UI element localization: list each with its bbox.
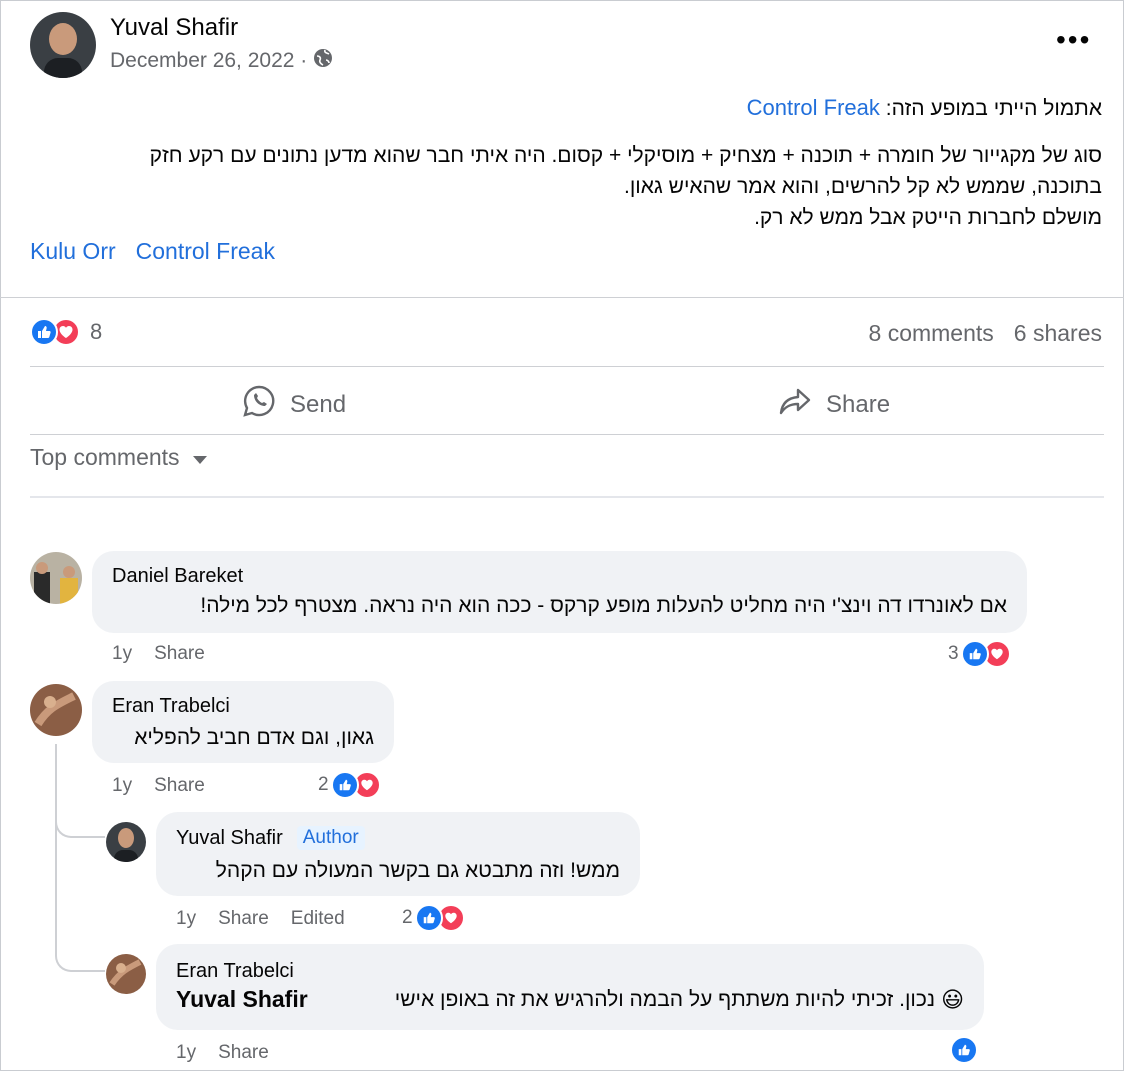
author-avatar[interactable] <box>30 12 96 78</box>
reply-time[interactable]: 1y <box>176 908 196 930</box>
grinning-emoji: 😃 <box>941 986 964 1012</box>
like-icon <box>414 904 443 932</box>
shares-count[interactable]: 6 shares <box>1014 320 1102 347</box>
reply-content: Yuval Shafir נכון. זכיתי להיות משתתף על … <box>176 986 964 1013</box>
post-line-1: אתמול הייתי במופע הזה: Control Freak <box>32 92 1102 124</box>
reply-reactions-count: 2 <box>402 907 413 928</box>
tags: Kulu Orr Control Freak <box>30 238 275 265</box>
more-options-icon[interactable]: ••• <box>1056 24 1091 56</box>
commenter-avatar[interactable] <box>30 684 82 736</box>
comment-reactions-count: 3 <box>948 643 959 664</box>
tag-kulu-orr[interactable]: Kulu Orr <box>30 238 116 265</box>
commenter-name[interactable]: Eran Trabelci <box>112 695 230 718</box>
like-icon <box>330 771 359 799</box>
reply-reactions[interactable]: 2 <box>402 904 465 932</box>
post-line-1-prefix: אתמול הייתי במופע הזה: <box>885 97 1102 120</box>
reply-bubble <box>156 812 640 896</box>
send-button[interactable]: Send <box>242 384 346 425</box>
comment-bubble <box>92 551 1027 633</box>
mention-tag[interactable]: Yuval Shafir <box>176 986 308 1013</box>
like-icon <box>30 318 58 346</box>
post-body: סוג של מקגייור של חומרה + תוכנה + מצחיק … <box>22 140 1102 233</box>
tag-control-freak[interactable]: Control Freak <box>136 238 275 265</box>
reply-text: ממש! וזה מתבטא גם בקשר המעולה עם הקהל <box>215 859 620 882</box>
post-date[interactable]: December 26, 2022 · <box>110 48 333 74</box>
comment-sort-dropdown[interactable]: Top comments <box>30 444 208 471</box>
share-button[interactable]: Share <box>778 384 890 425</box>
reply-reactions[interactable] <box>950 1036 978 1064</box>
control-freak-link[interactable]: Control Freak <box>747 95 880 120</box>
thread-branch <box>55 932 105 972</box>
comment-share-counts: 8 comments 6 shares <box>869 320 1102 347</box>
reply-header: Yuval Shafir Author <box>176 826 365 850</box>
reactions-summary[interactable]: 8 <box>30 318 102 346</box>
comment-reactions[interactable]: 2 <box>318 771 381 799</box>
comment-share-button[interactable]: Share <box>154 643 205 665</box>
comment-bubble <box>92 681 394 763</box>
commenter-avatar[interactable] <box>30 552 82 604</box>
reply-author-name[interactable]: Yuval Shafir <box>176 827 283 850</box>
reactions-count: 8 <box>90 319 103 344</box>
edited-label[interactable]: Edited <box>291 908 345 930</box>
globe-icon <box>313 48 333 74</box>
reply-text: נכון. זכיתי להיות משתתף על הבמה ולהרגיש … <box>394 987 936 1011</box>
thread-line <box>55 744 57 944</box>
comment-time[interactable]: 1y <box>112 643 132 665</box>
reply-meta: 1y Share Edited <box>176 908 345 930</box>
divider <box>30 366 1104 367</box>
comment-reactions-count: 2 <box>318 774 329 795</box>
share-label: Share <box>826 390 891 418</box>
author-badge: Author <box>296 826 365 850</box>
reply-author-name[interactable]: Eran Trabelci <box>176 960 294 983</box>
sort-label: Top comments <box>30 444 180 470</box>
comment-meta: 1y Share <box>112 643 205 665</box>
divider <box>30 496 1104 498</box>
divider <box>0 297 1124 298</box>
comment-time[interactable]: 1y <box>112 775 132 797</box>
divider <box>30 434 1104 435</box>
reply-meta: 1y Share <box>176 1042 269 1064</box>
whatsapp-icon <box>242 384 276 425</box>
post-body-line: סוג של מקגייור של חומרה + תוכנה + מצחיק … <box>149 144 1102 167</box>
post-body-line: בתוכנה, שממש לא קל להרשים, והוא אמר שהאי… <box>623 175 1102 198</box>
share-arrow-icon <box>778 384 812 425</box>
comment-share-button[interactable]: Share <box>154 775 205 797</box>
like-icon <box>950 1036 978 1064</box>
author-name[interactable]: Yuval Shafir <box>110 14 238 42</box>
comment-meta: 1y Share <box>112 775 205 797</box>
comments-count[interactable]: 8 comments <box>869 320 994 347</box>
reply-share-button[interactable]: Share <box>218 1042 269 1064</box>
reply-avatar[interactable] <box>106 954 146 994</box>
comment-text: גאון, וגם אדם חביב להפליא <box>134 726 374 749</box>
send-label: Send <box>290 390 347 418</box>
reply-share-button[interactable]: Share <box>218 908 269 930</box>
post-date-text: December 26, 2022 · <box>110 49 308 72</box>
commenter-name[interactable]: Daniel Bareket <box>112 565 243 588</box>
thread-branch <box>55 800 105 838</box>
post-body-line: מושלם לחברות הייטק אבל ממש לא רק. <box>754 206 1102 229</box>
reply-time[interactable]: 1y <box>176 1042 196 1064</box>
like-icon <box>960 640 989 668</box>
comment-text: אם לאונרדו דה וינצ'י היה מחליט להעלות מו… <box>200 594 1007 617</box>
caret-down-icon <box>192 444 208 471</box>
comment-reactions[interactable]: 3 <box>948 640 1011 668</box>
reply-avatar[interactable] <box>106 822 146 862</box>
